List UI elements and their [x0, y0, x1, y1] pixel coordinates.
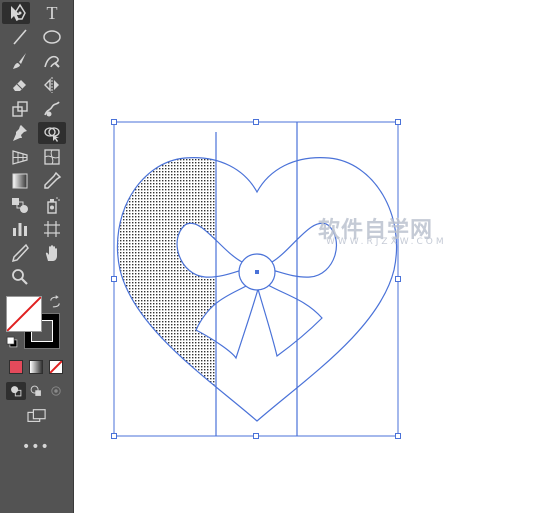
color-mode-icon[interactable] [9, 360, 23, 374]
tools-panel: T ••• [0, 0, 74, 513]
artboard-icon[interactable] [38, 218, 66, 240]
shaper-icon[interactable] [38, 50, 66, 72]
warp-icon[interactable] [38, 98, 66, 120]
blend-icon[interactable] [6, 194, 34, 216]
mesh-icon[interactable] [38, 146, 66, 168]
zoom-icon[interactable] [6, 266, 34, 288]
reflect-icon[interactable] [38, 74, 66, 96]
type-icon[interactable]: T [38, 2, 66, 24]
scale-icon[interactable] [6, 98, 34, 120]
ellipse-icon[interactable] [38, 26, 66, 48]
bow-right-ribbon[interactable] [257, 284, 323, 358]
shape-builder-icon[interactable] [38, 122, 66, 144]
more-tools-button[interactable]: ••• [22, 440, 50, 454]
perspective-grid-icon[interactable] [6, 146, 34, 168]
draw-normal-icon[interactable] [6, 382, 26, 400]
artboard-canvas[interactable] [74, 0, 560, 513]
artwork [111, 119, 401, 439]
pen-icon[interactable] [6, 2, 34, 24]
symbol-sprayer-icon[interactable] [38, 194, 66, 216]
default-colors-icon[interactable] [4, 334, 20, 350]
slice-icon[interactable] [6, 242, 34, 264]
swap-fill-stroke-icon[interactable] [44, 292, 66, 312]
hand-icon[interactable] [38, 242, 66, 264]
center-point [255, 270, 259, 274]
draw-behind-icon[interactable] [26, 382, 46, 400]
draw-inside-icon[interactable] [46, 382, 66, 400]
line-segment-icon[interactable] [6, 26, 34, 48]
paintbrush-icon[interactable] [6, 50, 34, 72]
screen-mode-icon[interactable] [24, 406, 50, 426]
eyedropper-icon[interactable] [38, 170, 66, 192]
fill-swatch[interactable] [6, 296, 42, 332]
pin-icon[interactable] [6, 122, 34, 144]
gradient-icon[interactable] [6, 170, 34, 192]
column-graph-icon[interactable] [6, 218, 34, 240]
eraser-icon[interactable] [6, 74, 34, 96]
none-mode-icon[interactable] [49, 360, 63, 374]
bow-right-loop[interactable] [271, 222, 337, 278]
gradient-mode-icon[interactable] [29, 360, 43, 374]
